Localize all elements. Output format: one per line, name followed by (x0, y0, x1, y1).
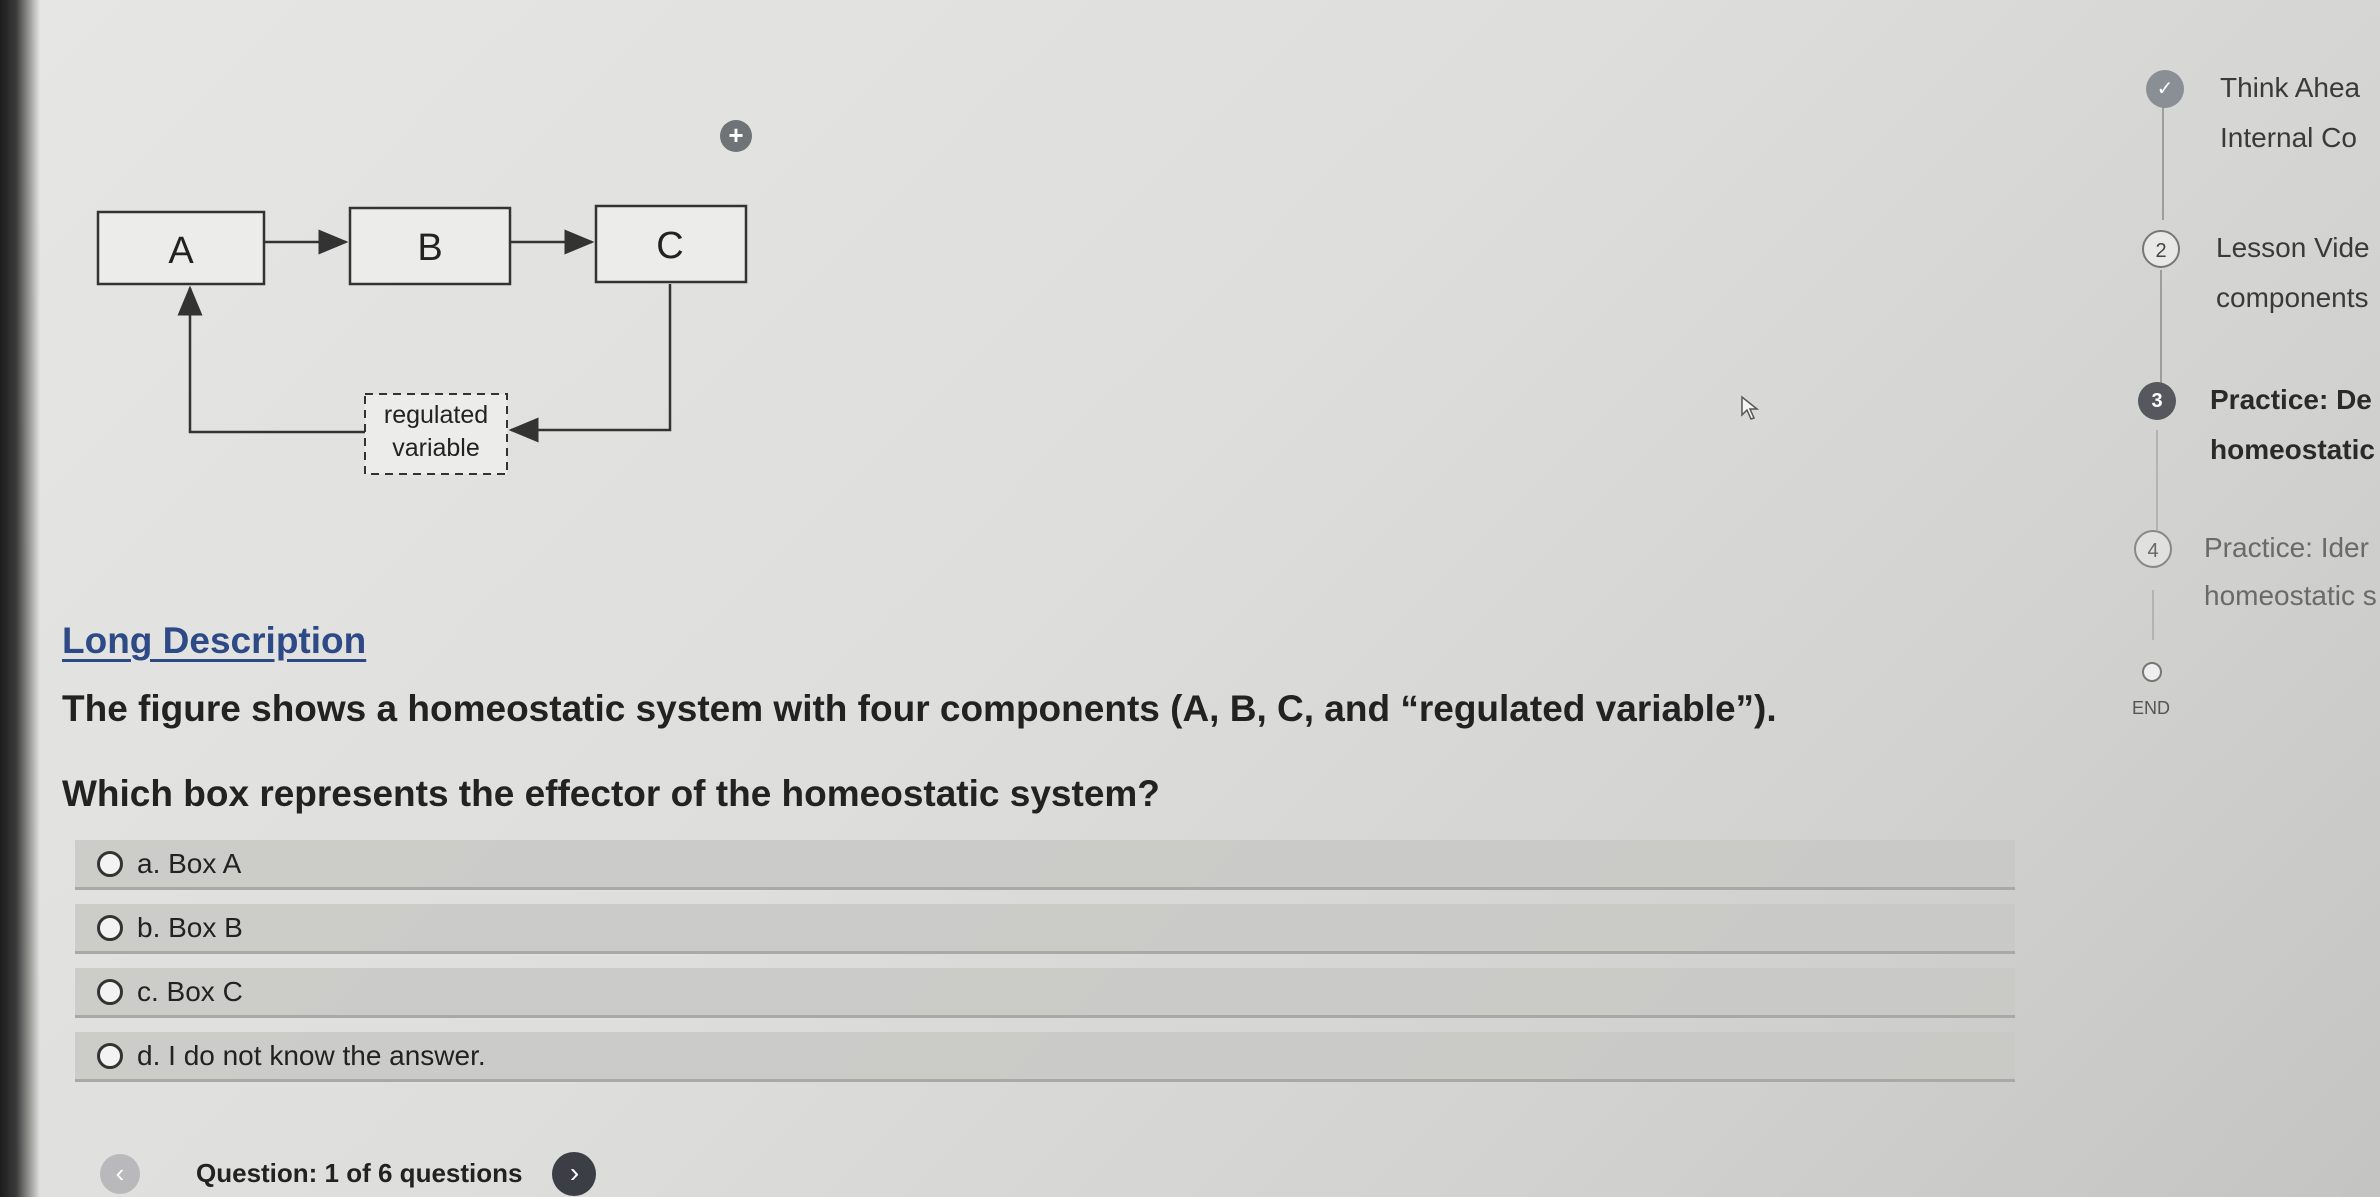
step-2-label[interactable]: Lesson Vide (2216, 232, 2370, 264)
step-4-label[interactable]: Practice: Ider (2204, 532, 2369, 564)
step-1-label[interactable]: Think Ahea (2220, 72, 2360, 104)
plus-circle-icon[interactable]: + (720, 120, 752, 152)
radio-icon[interactable] (97, 914, 123, 941)
box-a-label: A (168, 230, 194, 272)
step-2-marker[interactable]: 2 (2142, 230, 2180, 268)
previous-question-button[interactable]: ‹ (100, 1153, 140, 1194)
progress-track (2160, 270, 2162, 390)
option-d[interactable]: d. I do not know the answer. (75, 1032, 2015, 1082)
box-b-label: B (417, 227, 442, 269)
end-label: END (2132, 698, 2171, 718)
arrow-regulated-to-a (177, 285, 365, 434)
option-label: c. Box C (137, 975, 243, 1007)
end-marker-icon (2142, 662, 2162, 682)
step-3-label[interactable]: Practice: De (2210, 384, 2372, 416)
arrow-c-to-regulated (508, 284, 672, 443)
long-description-link[interactable]: Long Description (62, 620, 366, 662)
regulated-variable-label-1: regulated (384, 401, 488, 429)
option-label: b. Box B (137, 911, 243, 943)
progress-track (2162, 100, 2164, 220)
option-a[interactable]: a. Box A (75, 840, 2015, 890)
progress-sidebar: ✓ Think Ahea Internal Co 2 Lesson Vide c… (2080, 0, 2380, 800)
radio-icon[interactable] (97, 1042, 123, 1069)
progress-track (2156, 430, 2158, 530)
radio-icon[interactable] (97, 850, 123, 877)
figure-description: The figure shows a homeostatic system wi… (62, 688, 1777, 729)
homeostasis-diagram: A B C regulated variable (96, 204, 748, 475)
progress-track (2152, 590, 2154, 640)
step-3-marker[interactable]: 3 (2138, 382, 2176, 420)
option-label: a. Box A (137, 847, 242, 879)
step-1-sublabel: Internal Co (2220, 122, 2357, 153)
box-c-label: C (656, 225, 683, 267)
question-prompt: Which box represents the effector of the… (62, 773, 1160, 814)
option-c[interactable]: c. Box C (75, 968, 2015, 1018)
question-counter: Question: 1 of 6 questions (196, 1158, 523, 1188)
radio-icon[interactable] (97, 978, 123, 1005)
step-2-sublabel: components (2216, 282, 2369, 313)
question-navigation: ‹ Question: 1 of 6 questions › (100, 1150, 597, 1197)
mouse-cursor-icon (1741, 395, 1760, 420)
step-4-sublabel: homeostatic s (2204, 580, 2377, 611)
answer-options: a. Box A b. Box B c. Box C d. I do not k… (75, 840, 2015, 1096)
regulated-variable-label-2: variable (392, 434, 480, 462)
step-4-marker[interactable]: 4 (2134, 530, 2172, 568)
step-3-sublabel: homeostatic (2210, 434, 2375, 465)
option-label: d. I do not know the answer. (137, 1039, 486, 1071)
next-question-button[interactable]: › (552, 1151, 597, 1196)
step-1-check-icon[interactable]: ✓ (2146, 70, 2184, 108)
option-b[interactable]: b. Box B (75, 904, 2015, 954)
